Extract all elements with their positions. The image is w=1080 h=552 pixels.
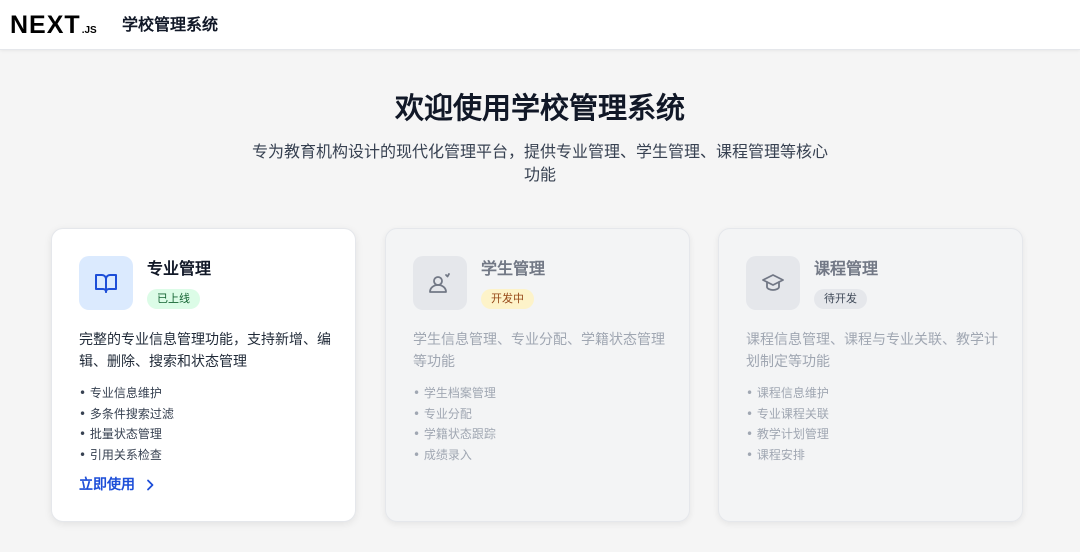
feature-item: • 引用关系检查 (79, 447, 162, 462)
card-description: 完整的专业信息管理功能，支持新增、编辑、删除、搜索和状态管理 (79, 332, 331, 370)
feature-item: • 学生档案管理 (413, 386, 496, 400)
app-title: 学校管理系统 (122, 15, 219, 34)
feature-item: • 专业分配 (413, 406, 472, 421)
feature-item: • 专业课程关联 (746, 406, 829, 421)
feature-list: • 专业信息维护 • 多条件搜索过滤 • 批量状态管理 • 引用关系检查 (79, 383, 174, 465)
card-title: 专业管理 (147, 259, 212, 278)
status-badge: 待开发 (814, 289, 867, 309)
feature-item: • 批量状态管理 (79, 427, 162, 441)
feature-item: • 学籍状态跟踪 (413, 427, 496, 441)
status-badge: 已上线 (147, 289, 200, 309)
feature-item: • 课程安排 (746, 447, 805, 462)
book-open-icon (95, 274, 117, 293)
user-icon (429, 273, 450, 293)
use-now-label: 立即使用 (79, 477, 135, 493)
feature-item: • 成绩录入 (413, 447, 472, 462)
feature-list: • 课程信息维护 • 专业课程关联 • 教学计划管理 • 课程安排 (746, 383, 829, 465)
feature-item: • 教学计划管理 (746, 427, 829, 441)
card-title: 学生管理 (481, 259, 546, 278)
hero-subtitle: 专为教育机构设计的现代化管理平台，提供专业管理、学生管理、课程管理等核心功能 (251, 142, 828, 184)
card-description: 学生信息管理、专业分配、学籍状态管理等功能 (413, 332, 665, 370)
status-badge: 开发中 (481, 289, 534, 309)
hero-title: 欢迎使用学校管理系统 (394, 91, 685, 125)
chevron-right-icon (147, 479, 154, 491)
logo-wordmark: NEXT (10, 11, 81, 39)
card-description: 课程信息管理、课程与专业关联、教学计划制定等功能 (746, 332, 998, 370)
card-icon-container (746, 256, 800, 310)
use-now-link[interactable]: 立即使用 (79, 475, 155, 495)
card-course-management: 课程管理 待开发 课程信息管理、课程与专业关联、教学计划制定等功能 • 课程信息… (718, 228, 1023, 522)
card-icon-container (413, 256, 467, 310)
card-major-management[interactable]: 专业管理 已上线 完整的专业信息管理功能，支持新增、编辑、删除、搜索和状态管理 … (51, 228, 356, 522)
logo-suffix: .JS (81, 25, 97, 36)
card-icon-container (79, 256, 133, 310)
feature-list: • 学生档案管理 • 专业分配 • 学籍状态跟踪 • 成绩录入 (413, 383, 496, 465)
feature-item: • 专业信息维护 (79, 386, 162, 400)
card-student-management: 学生管理 开发中 学生信息管理、专业分配、学籍状态管理等功能 • 学生档案管理 … (385, 228, 690, 522)
graduation-cap-icon (762, 274, 784, 291)
nextjs-logo[interactable]: NEXT .JS (10, 11, 97, 39)
top-navbar: NEXT .JS 学校管理系统 (0, 0, 1080, 50)
feature-item: • 多条件搜索过滤 (79, 406, 174, 421)
card-title: 课程管理 (814, 259, 879, 278)
feature-item: • 课程信息维护 (746, 386, 829, 400)
